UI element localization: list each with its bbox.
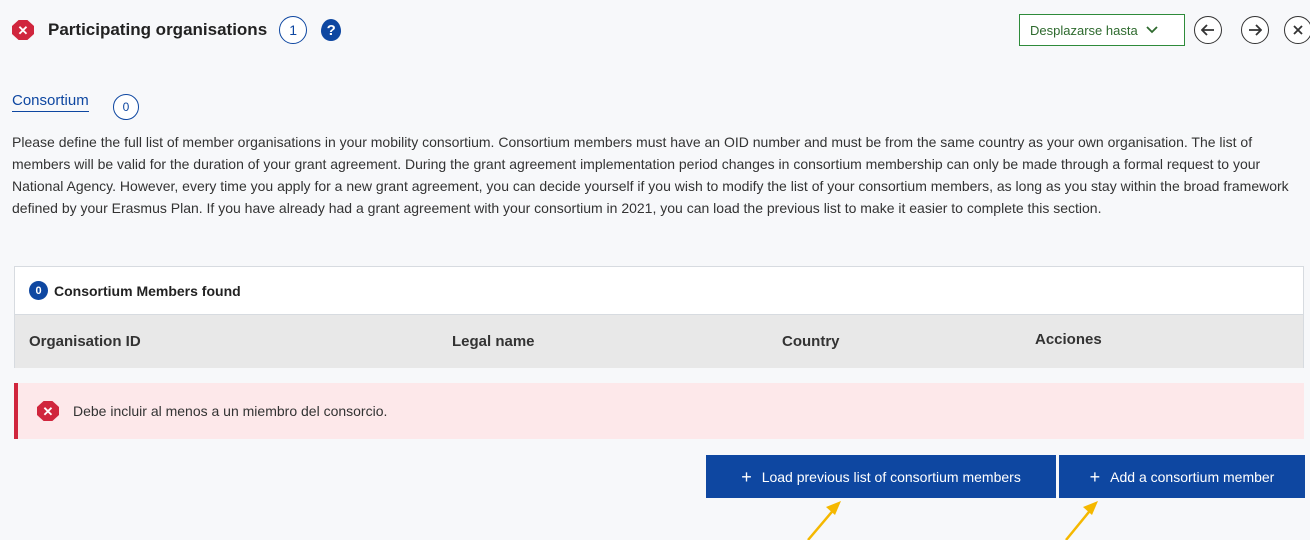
annotation-arrows — [807, 501, 1098, 540]
annotation-arrowhead-add — [1083, 501, 1098, 515]
annotation-arrowhead-load — [826, 501, 841, 515]
